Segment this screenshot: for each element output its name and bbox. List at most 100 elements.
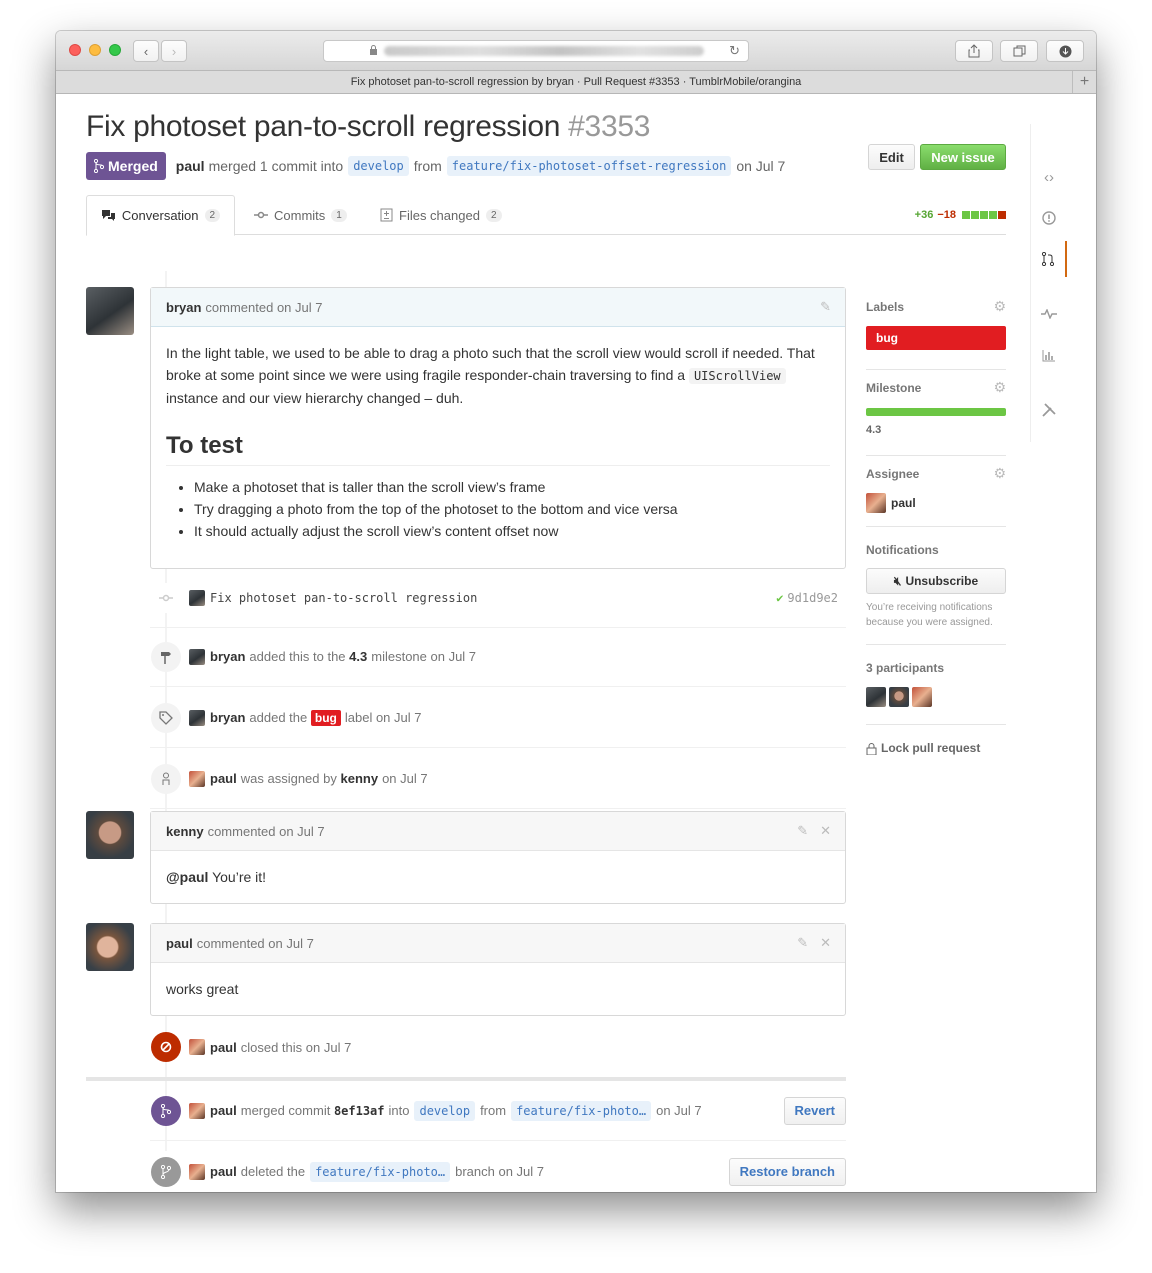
avatar[interactable]	[86, 923, 134, 971]
bug-label[interactable]: bug	[310, 709, 341, 726]
event-user[interactable]: bryan	[210, 710, 245, 725]
comment-header: kenny commented on Jul 7 ✎ ✕	[151, 812, 845, 851]
avatar[interactable]	[189, 1163, 205, 1180]
graph-icon[interactable]	[1031, 337, 1067, 373]
tab-label: Conversation	[121, 208, 199, 223]
new-issue-button[interactable]: New issue	[920, 144, 1006, 170]
event-text: on Jul 7	[656, 1103, 702, 1118]
close-icon[interactable]: ✕	[820, 935, 831, 951]
comment-body: works great	[151, 963, 845, 1015]
comment-author[interactable]: paul	[166, 936, 193, 951]
gear-icon[interactable]: ⚙	[993, 379, 1006, 396]
avatar[interactable]	[189, 1102, 205, 1119]
pencil-icon[interactable]: ✎	[820, 299, 831, 315]
pulse-icon[interactable]	[1031, 296, 1067, 332]
tab-label: Files changed	[399, 207, 480, 223]
test-list: Make a photoset that is taller than the …	[194, 476, 830, 542]
label-event: bryan added the bug label on Jul 7	[150, 688, 846, 748]
address-bar[interactable]: ↻	[323, 40, 749, 62]
share-button[interactable]	[955, 40, 993, 62]
forward-button[interactable]: ›	[161, 40, 187, 62]
tab-title[interactable]: Fix photoset pan-to-scroll regression by…	[351, 76, 802, 88]
status-label: Merged	[108, 158, 158, 174]
chevron-left-icon: ‹	[143, 43, 149, 59]
commit-sha[interactable]: ✔ 9d1d9e2	[776, 591, 838, 605]
close-window-button[interactable]	[69, 44, 81, 56]
event-user[interactable]: bryan	[210, 649, 245, 664]
pencil-icon[interactable]: ✎	[797, 935, 808, 951]
avatar[interactable]	[889, 687, 909, 707]
git-merge-icon	[94, 159, 104, 173]
gear-icon[interactable]: ⚙	[993, 465, 1006, 482]
commit-sha-text: 9d1d9e2	[787, 590, 838, 605]
restore-branch-button[interactable]: Restore branch	[728, 1157, 846, 1186]
list-item: Try dragging a photo from the top of the…	[194, 498, 830, 520]
avatar[interactable]	[189, 770, 205, 787]
assignee[interactable]: paul	[866, 493, 1006, 513]
pull-request-page: Fix photoset pan-to-scroll regression #3…	[56, 94, 1096, 1192]
avatar[interactable]	[189, 589, 205, 606]
head-branch[interactable]: feature/fix-photoset-offset-regression	[446, 156, 732, 176]
code-icon[interactable]: ‹›	[1031, 159, 1067, 195]
avatar[interactable]	[866, 687, 886, 707]
event-user[interactable]: paul	[210, 1040, 237, 1055]
head-branch[interactable]: feature/fix-photo…	[310, 1161, 451, 1182]
tab-conversation[interactable]: Conversation 2	[86, 195, 235, 236]
avatar[interactable]	[189, 709, 205, 726]
close-icon[interactable]: ✕	[820, 823, 831, 839]
tab-commits[interactable]: Commits 1	[254, 195, 347, 235]
lock-label: Lock pull request	[881, 741, 981, 755]
avatar[interactable]	[189, 1039, 205, 1055]
event-text: from	[480, 1103, 507, 1118]
user-mention[interactable]: @paul	[166, 869, 208, 885]
event-user[interactable]: paul	[210, 771, 237, 786]
avatar[interactable]	[86, 287, 134, 335]
milestone-event: bryan added this to the 4.3 milestone on…	[150, 627, 846, 687]
event-actor[interactable]: kenny	[340, 771, 378, 786]
edit-button[interactable]: Edit	[868, 144, 915, 170]
lock-pull-request[interactable]: Lock pull request	[866, 741, 980, 755]
diffstat[interactable]: +36 −18	[915, 209, 1006, 221]
browser-toolbar: ‹ › ↻	[56, 31, 1096, 71]
issue-icon[interactable]	[1031, 200, 1067, 236]
label-badge[interactable]: bug	[866, 326, 1006, 350]
downloads-button[interactable]	[1046, 40, 1084, 62]
tools-icon[interactable]	[1031, 392, 1067, 428]
list-item: It should actually adjust the scroll vie…	[194, 520, 830, 542]
commit-event: Fix photoset pan-to-scroll regression ✔ 9…	[150, 568, 846, 628]
branch-deleted-event: paul deleted the feature/fix-photo… bran…	[150, 1142, 846, 1192]
new-tab-button[interactable]: +	[1072, 71, 1096, 93]
avatar[interactable]	[912, 687, 932, 707]
sidebar-milestone: Milestone ⚙ 4.3	[866, 379, 1006, 456]
zoom-window-button[interactable]	[109, 44, 121, 56]
base-branch[interactable]: develop	[414, 1100, 476, 1121]
milestone-link[interactable]: 4.3	[349, 649, 367, 664]
comment-author[interactable]: bryan	[166, 300, 201, 315]
milestone-name[interactable]: 4.3	[866, 424, 1006, 436]
revert-button[interactable]: Revert	[783, 1096, 846, 1125]
tabs-overview-button[interactable]	[1000, 40, 1038, 62]
tab-counter: 1	[331, 208, 347, 222]
reload-icon[interactable]: ↻	[729, 43, 740, 59]
pull-request-icon[interactable]	[1031, 241, 1067, 277]
unsubscribe-button[interactable]: 🔇︎ Unsubscribe	[866, 568, 1006, 594]
gear-icon[interactable]: ⚙	[993, 298, 1006, 315]
back-button[interactable]: ‹	[133, 40, 159, 62]
avatar[interactable]	[86, 811, 134, 859]
base-branch[interactable]: develop	[348, 156, 409, 176]
minimize-window-button[interactable]	[89, 44, 101, 56]
head-branch[interactable]: feature/fix-photo…	[511, 1100, 652, 1121]
avatar[interactable]	[189, 648, 205, 665]
commit-message[interactable]: Fix photoset pan-to-scroll regression	[210, 591, 477, 605]
event-user[interactable]: paul	[210, 1164, 237, 1179]
meta-from: from	[413, 158, 442, 174]
diff-icon	[380, 208, 393, 222]
page-title: Fix photoset pan-to-scroll regression #3…	[86, 110, 650, 144]
merge-commit-sha[interactable]: 8ef13af	[334, 1104, 385, 1118]
comment-author[interactable]: kenny	[166, 824, 204, 839]
pencil-icon[interactable]: ✎	[797, 823, 808, 839]
comment-kenny: kenny commented on Jul 7 ✎ ✕ @paul You’re…	[150, 811, 846, 904]
event-user[interactable]: paul	[210, 1103, 237, 1118]
meta-user[interactable]: paul	[176, 158, 205, 174]
tab-files-changed[interactable]: Files changed 2	[380, 195, 502, 235]
